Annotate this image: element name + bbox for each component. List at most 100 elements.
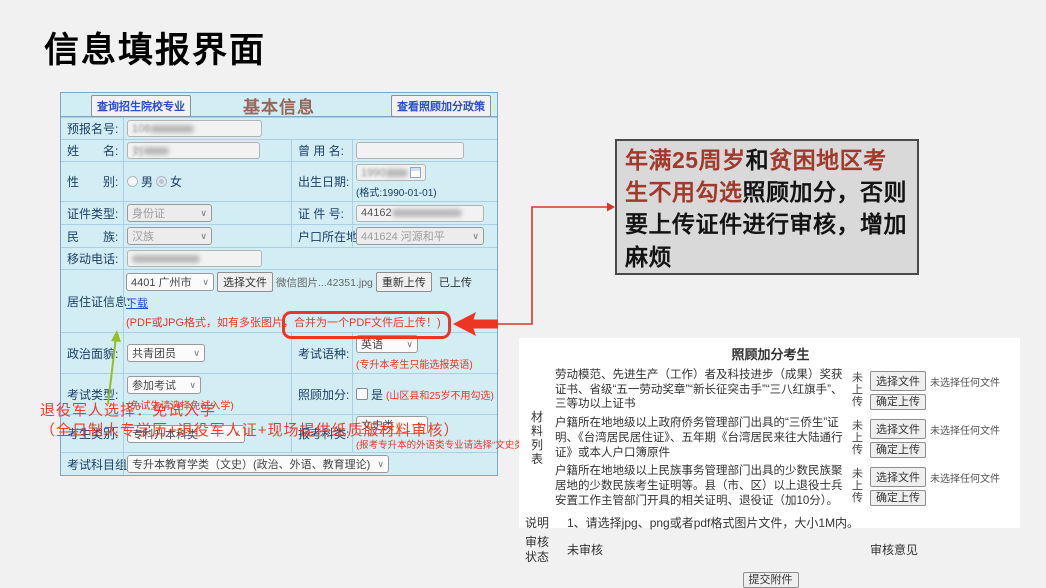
subject-group-select[interactable]: 专升本教育学类（文史）(政治、外语、教育理论)∨	[127, 455, 389, 473]
redacted-value	[385, 169, 408, 177]
row-subject-group: 考试科目组: 专升本教育学类（文史）(政治、外语、教育理论)∨	[61, 452, 497, 475]
material-text: 劳动模范、先进生产（工作）者及科技进步（成果）奖获证书、省级“五一劳动奖章”“新…	[553, 366, 846, 414]
row-name: 姓 名: 刘 曾 用 名:	[61, 139, 497, 161]
political-select[interactable]: 共青团员∨	[127, 344, 205, 362]
download-link[interactable]: 下载	[126, 295, 148, 311]
household-select: 441624 河源和平∨	[356, 227, 484, 245]
query-colleges-button[interactable]: 查询招生院校专业	[91, 95, 191, 117]
chevron-down-icon: ∨	[200, 231, 207, 242]
chevron-down-icon: ∨	[200, 208, 207, 219]
ethnic-select: 汉族∨	[127, 227, 212, 245]
exam-language-label: 考试语种:	[291, 333, 352, 373]
reupload-button[interactable]: 重新上传	[376, 272, 432, 292]
chevron-down-icon: ∨	[472, 231, 479, 242]
no-file-text: 未选择任何文件	[930, 422, 1000, 437]
redacted-value	[143, 147, 169, 155]
row-gender-birth: 性 别: 男 女 出生日期: 1990 (格式:1990-01-01)	[61, 161, 497, 201]
choose-file-button[interactable]: 选择文件	[870, 467, 926, 487]
audit-opinion-label: 审核意见	[870, 541, 1016, 558]
birth-label: 出生日期:	[291, 162, 352, 201]
material-status: 未上传	[852, 420, 864, 456]
birth-input[interactable]: 1990	[356, 164, 426, 181]
former-name-input[interactable]	[356, 142, 464, 159]
confirm-upload-button[interactable]: 确定上传	[870, 394, 926, 410]
subject-group-label: 考试科目组:	[61, 453, 123, 475]
redacted-value	[392, 209, 462, 217]
page-title: 信息填报界面	[44, 22, 266, 73]
name-input[interactable]: 刘	[127, 142, 260, 159]
redacted-value	[132, 255, 200, 263]
choose-file-button[interactable]: 选择文件	[870, 419, 926, 439]
veteran-line-2: （全日制大专学历+退役军人证+现场提供纸质版材料审核）	[40, 421, 510, 441]
uploaded-filename: 微信图片...42351.jpg	[276, 275, 373, 290]
redacted-value	[150, 125, 194, 133]
chevron-down-icon: ∨	[406, 339, 413, 350]
form-title: 基本信息	[208, 93, 349, 118]
residence-note: (PDF或JPG格式，如有多张图片，合并为一个PDF文件后上传！)	[126, 314, 495, 330]
view-bonus-policy-button[interactable]: 查看照顾加分政策	[391, 95, 491, 117]
bonus-callout-box: 年满25周岁和贫困地区考生不用勾选照顾加分，否则要上传证件进行审核，增加麻烦	[615, 139, 919, 275]
material-upload: 选择文件未选择任何文件 确定上传	[870, 416, 1016, 460]
id-number-label: 证 件 号:	[291, 202, 352, 224]
birth-format-hint: (格式:1990-01-01)	[356, 184, 437, 199]
audit-status-label: 审核 状态	[525, 535, 549, 564]
calendar-icon[interactable]	[410, 167, 421, 178]
bonus-panel-title: 照顾加分考生	[525, 344, 1016, 363]
choose-file-button[interactable]: 选择文件	[870, 371, 926, 391]
row-mobile: 移动电话:	[61, 247, 497, 269]
id-type-label: 证件类型:	[61, 202, 123, 224]
chevron-down-icon: ∨	[202, 277, 209, 288]
uploaded-status: 已上传	[439, 274, 472, 290]
household-label: 户口所在地:	[291, 225, 352, 247]
exam-language-select[interactable]: 英语∨	[356, 335, 418, 353]
preregister-label: 预报名号:	[61, 118, 123, 139]
chevron-down-icon: ∨	[193, 348, 200, 359]
mobile-input[interactable]	[127, 250, 262, 267]
material-upload: 选择文件未选择任何文件 确定上传	[870, 464, 1016, 508]
note-text: 1、请选择jpg、png或者pdf格式图片文件，大小1M内。	[553, 514, 866, 531]
no-file-text: 未选择任何文件	[930, 374, 1000, 389]
preregister-input[interactable]: 108	[127, 120, 262, 137]
choose-file-button[interactable]: 选择文件	[217, 272, 273, 292]
ethnic-label: 民 族:	[61, 225, 123, 247]
bonus-note: (山区县和25岁不用勾选)	[386, 387, 494, 402]
gender-male-option: 男	[141, 173, 153, 190]
material-status: 未上传	[852, 468, 864, 504]
row-ethnic-household: 民 族: 汉族∨ 户口所在地: 441624 河源和平∨	[61, 224, 497, 247]
id-number-input[interactable]: 44162	[356, 205, 484, 222]
row-preregister: 预报名号: 108	[61, 117, 497, 139]
confirm-upload-button[interactable]: 确定上传	[870, 490, 926, 506]
material-upload: 选择文件未选择任何文件 确定上传	[870, 368, 1016, 412]
row-residence: 居住证信息: 4401 广州市∨ 选择文件 微信图片...42351.jpg 重…	[61, 269, 497, 332]
callout-text: 年满25周岁和贫困地区考生不用勾选照顾加分，否则要上传证件进行审核，增加麻烦	[625, 147, 907, 270]
material-text: 户籍所在地地级以上民族事务管理部门出具的少数民族聚居地的少数民族考生证明等。县（…	[553, 462, 846, 510]
id-type-select: 身份证∨	[127, 204, 212, 222]
material-text: 户籍所在地地级以上政府侨务管理部门出具的“三侨生”证明、《台湾居民居住证》、五年…	[553, 414, 846, 462]
row-id: 证件类型: 身份证∨ 证 件 号: 44162	[61, 201, 497, 224]
mobile-label: 移动电话:	[61, 248, 123, 269]
exam-language-note: (专升本考生只能选报英语)	[356, 356, 473, 371]
submit-attachments-button[interactable]: 提交附件	[743, 572, 799, 588]
chevron-down-icon: ∨	[189, 380, 196, 391]
bonus-checkbox[interactable]	[356, 388, 368, 400]
material-list-label: 材料列表	[530, 410, 544, 466]
veteran-line-1: 退役军人选择：免试入学	[40, 401, 510, 421]
exam-type-select[interactable]: 参加考试∨	[127, 376, 201, 394]
chevron-down-icon: ∨	[377, 459, 384, 470]
confirm-upload-button[interactable]: 确定上传	[870, 442, 926, 458]
veteran-annotation: 退役军人选择：免试入学 （全日制大专学历+退役军人证+现场提供纸质版材料审核）	[40, 401, 510, 442]
audit-status-value: 未审核	[553, 541, 866, 558]
bonus-checkbox-label: 是	[371, 386, 383, 403]
gender-male-radio[interactable]	[127, 176, 138, 187]
residence-label: 居住证信息:	[61, 270, 123, 332]
bonus-upload-panel: 照顾加分考生 材料列表 劳动模范、先进生产（工作）者及科技进步（成果）奖获证书、…	[519, 338, 1020, 528]
material-status: 未上传	[852, 372, 864, 408]
gender-label: 性 别:	[61, 162, 123, 201]
residence-city-select[interactable]: 4401 广州市∨	[126, 273, 214, 291]
former-name-label: 曾 用 名:	[291, 140, 352, 161]
form-header: 查询招生院校专业 基本信息 查看照顾加分政策	[61, 93, 497, 117]
no-file-text: 未选择任何文件	[930, 470, 1000, 485]
political-label: 政治面貌:	[61, 333, 123, 373]
right-arrowhead-icon	[607, 203, 615, 212]
gender-female-radio[interactable]	[156, 176, 167, 187]
